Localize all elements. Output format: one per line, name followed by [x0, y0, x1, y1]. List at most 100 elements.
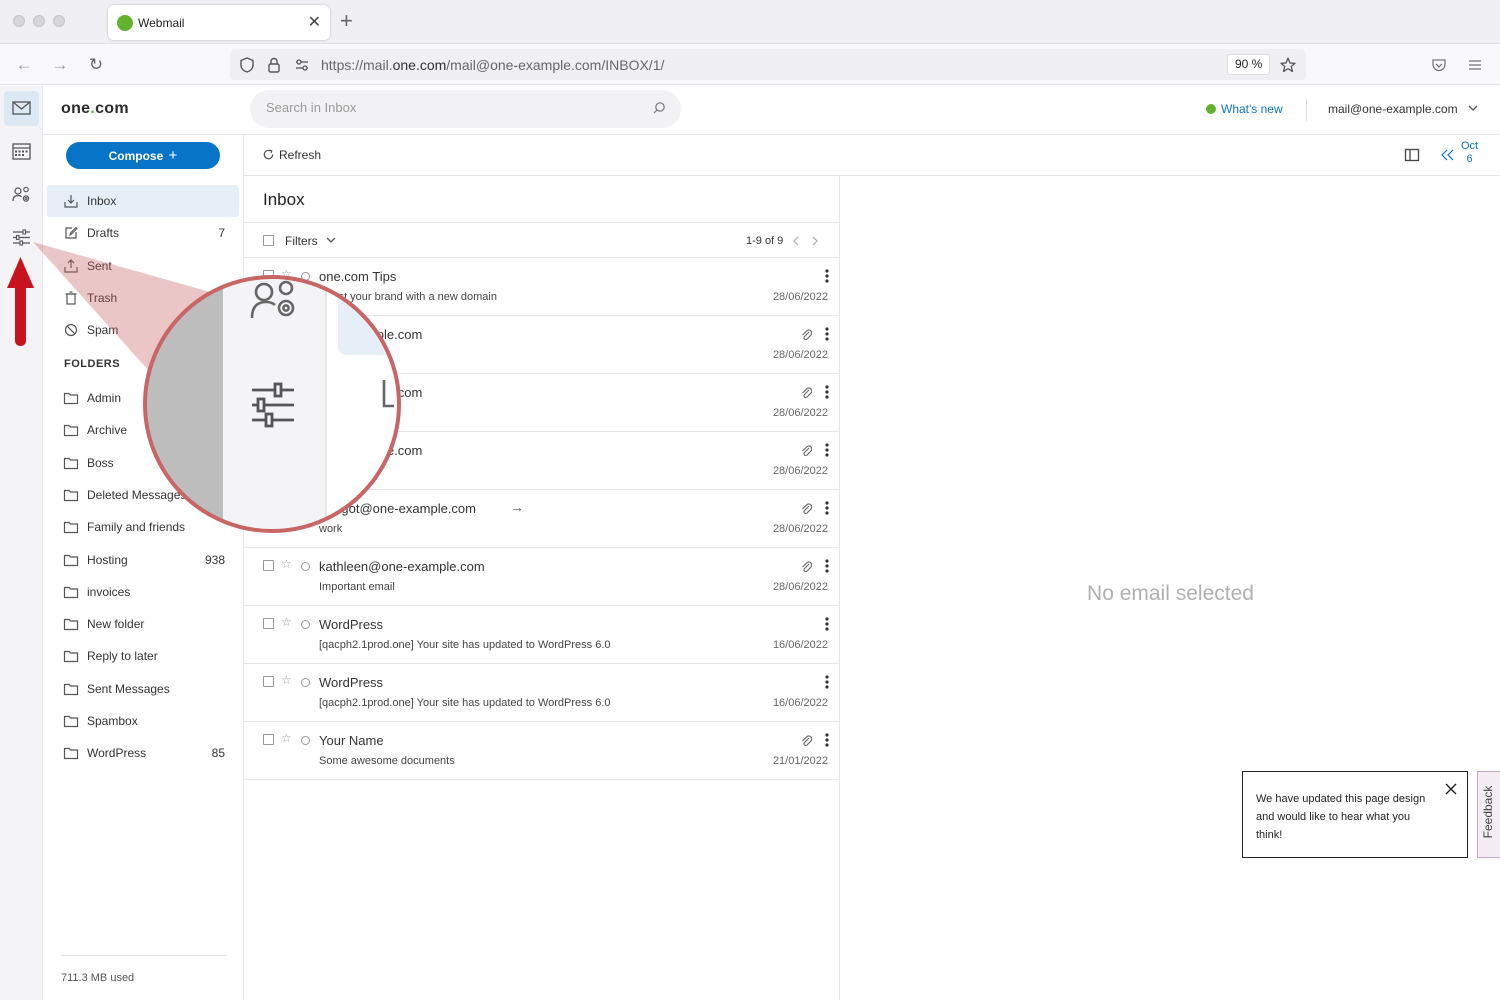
prev-page-icon[interactable]	[792, 236, 800, 246]
more-options-icon[interactable]	[825, 385, 829, 399]
sidebar-folder-item[interactable]: Hosting 938	[47, 544, 239, 576]
read-status-icon[interactable]	[301, 272, 310, 281]
sidebar-item-spam[interactable]: Spam	[47, 314, 239, 346]
sidebar-item-inbox[interactable]: Inbox	[47, 185, 239, 217]
rail-mail-button[interactable]	[4, 91, 39, 126]
refresh-button[interactable]: Refresh	[262, 148, 321, 162]
feedback-tab[interactable]: Feedback	[1477, 771, 1500, 858]
zoom-level[interactable]: 90 %	[1227, 54, 1271, 75]
sidebar-folder-item[interactable]: Sent Messages	[47, 673, 239, 705]
row-checkbox[interactable]	[263, 502, 274, 513]
permissions-icon[interactable]	[293, 56, 311, 74]
read-status-icon[interactable]	[301, 620, 310, 629]
more-options-icon[interactable]	[825, 501, 829, 515]
message-row[interactable]: ☆ one-example.com 28/06/2022	[244, 316, 840, 374]
row-checkbox[interactable]	[263, 560, 274, 571]
sidebar-folder-item[interactable]: Reply to later	[47, 640, 239, 672]
shield-icon[interactable]	[238, 56, 256, 74]
more-options-icon[interactable]	[825, 443, 829, 457]
sidebar-folder-item[interactable]: Deleted Messages	[47, 479, 239, 511]
read-status-icon[interactable]	[301, 446, 310, 455]
close-icon[interactable]	[1444, 782, 1458, 796]
read-status-icon[interactable]	[301, 562, 310, 571]
next-page-icon[interactable]	[811, 236, 819, 246]
select-all-checkbox[interactable]	[263, 235, 274, 246]
message-row[interactable]: ☆ WordPress [qacph2.1prod.one] Your site h…	[244, 664, 840, 722]
browser-tab[interactable]: Webmail ✕	[108, 5, 330, 40]
sidebar-folder-item[interactable]: Spambox	[47, 705, 239, 737]
read-status-icon[interactable]	[301, 504, 310, 513]
more-options-icon[interactable]	[825, 617, 829, 631]
star-icon[interactable]: ☆	[281, 731, 292, 745]
rail-calendar-button[interactable]	[4, 134, 39, 169]
star-icon[interactable]: ☆	[281, 267, 292, 281]
url-bar[interactable]: https://mail.one.com/mail@one-example.co…	[230, 49, 1306, 80]
sidebar-item-sent[interactable]: Sent	[47, 250, 239, 282]
brand-logo[interactable]: one.com	[61, 100, 129, 118]
compose-button[interactable]: Compose +	[66, 142, 220, 169]
star-icon[interactable]: ☆	[281, 615, 292, 629]
new-tab-icon[interactable]: +	[340, 9, 353, 33]
sidebar-folder-item[interactable]: invoices	[47, 576, 239, 608]
message-row[interactable]: ☆ one-example.com 28/06/2022	[244, 432, 840, 490]
sidebar-folder-item[interactable]: Family and friends	[47, 511, 239, 543]
message-row[interactable]: ☆ kathleen@one-example.com Important email…	[244, 548, 840, 606]
search-box[interactable]	[250, 90, 681, 128]
read-status-icon[interactable]	[301, 736, 310, 745]
menu-icon[interactable]	[1466, 56, 1484, 74]
more-options-icon[interactable]	[825, 327, 829, 341]
message-row[interactable]: ☆ one.com Tips Boost your brand with a new…	[244, 258, 840, 316]
close-tab-icon[interactable]: ✕	[308, 12, 321, 32]
search-input[interactable]	[266, 100, 636, 115]
split-view-icon[interactable]	[1404, 148, 1420, 162]
sidebar-folder-item[interactable]: Admin	[47, 382, 239, 414]
message-row[interactable]: ☆ Your Name Some awesome documents 21/01/20…	[244, 722, 840, 780]
read-status-icon[interactable]	[301, 678, 310, 687]
whats-new-link[interactable]: What's new	[1206, 102, 1283, 116]
maximize-window-button[interactable]	[53, 15, 65, 27]
row-checkbox[interactable]	[263, 328, 274, 339]
row-checkbox[interactable]	[263, 618, 274, 629]
rail-settings-button[interactable]	[4, 220, 39, 255]
star-icon[interactable]: ☆	[281, 673, 292, 687]
sidebar-item-trash[interactable]: Trash	[47, 282, 239, 314]
reload-icon[interactable]: ↻	[84, 53, 108, 77]
star-icon[interactable]: ☆	[281, 383, 292, 397]
row-checkbox[interactable]	[263, 386, 274, 397]
search-icon[interactable]	[651, 100, 667, 116]
more-options-icon[interactable]	[825, 675, 829, 689]
row-checkbox[interactable]	[263, 734, 274, 745]
minimize-window-button[interactable]	[33, 15, 45, 27]
message-row[interactable]: ☆ margot@one-example.com work 28/06/2022 →	[244, 490, 840, 548]
star-icon[interactable]: ☆	[281, 499, 292, 513]
row-checkbox[interactable]	[263, 676, 274, 687]
more-options-icon[interactable]	[825, 269, 829, 283]
read-status-icon[interactable]	[301, 330, 310, 339]
close-window-button[interactable]	[13, 15, 25, 27]
calendar-date-button[interactable]: Oct 6	[1461, 140, 1478, 166]
forward-icon[interactable]: →	[48, 53, 72, 77]
sidebar-folder-item[interactable]: Boss	[47, 447, 239, 479]
sidebar-folder-item[interactable]: New folder	[47, 608, 239, 640]
sidebar-folder-item[interactable]: Archive	[47, 414, 239, 446]
read-status-icon[interactable]	[301, 388, 310, 397]
rail-contacts-button[interactable]	[4, 177, 39, 212]
more-options-icon[interactable]	[825, 559, 829, 573]
filters-dropdown[interactable]: Filters	[285, 234, 337, 248]
message-row[interactable]: ☆ one-example.com 28/06/2022	[244, 374, 840, 432]
sidebar-folder-item[interactable]: WordPress 85	[47, 737, 239, 769]
more-options-icon[interactable]	[825, 733, 829, 747]
star-icon[interactable]: ☆	[281, 557, 292, 571]
star-icon[interactable]: ☆	[281, 441, 292, 455]
bookmark-star-icon[interactable]	[1279, 56, 1297, 74]
message-row[interactable]: ☆ WordPress [qacph2.1prod.one] Your site h…	[244, 606, 840, 664]
back-icon[interactable]: ←	[12, 53, 36, 77]
row-checkbox[interactable]	[263, 444, 274, 455]
star-icon[interactable]: ☆	[281, 325, 292, 339]
account-menu[interactable]: mail@one-example.com	[1328, 102, 1479, 116]
sidebar-item-drafts[interactable]: Drafts 7	[47, 217, 239, 249]
row-checkbox[interactable]	[263, 270, 274, 281]
double-chevron-left-icon[interactable]	[1441, 149, 1455, 161]
pocket-icon[interactable]	[1430, 56, 1448, 74]
lock-icon[interactable]	[265, 56, 283, 74]
